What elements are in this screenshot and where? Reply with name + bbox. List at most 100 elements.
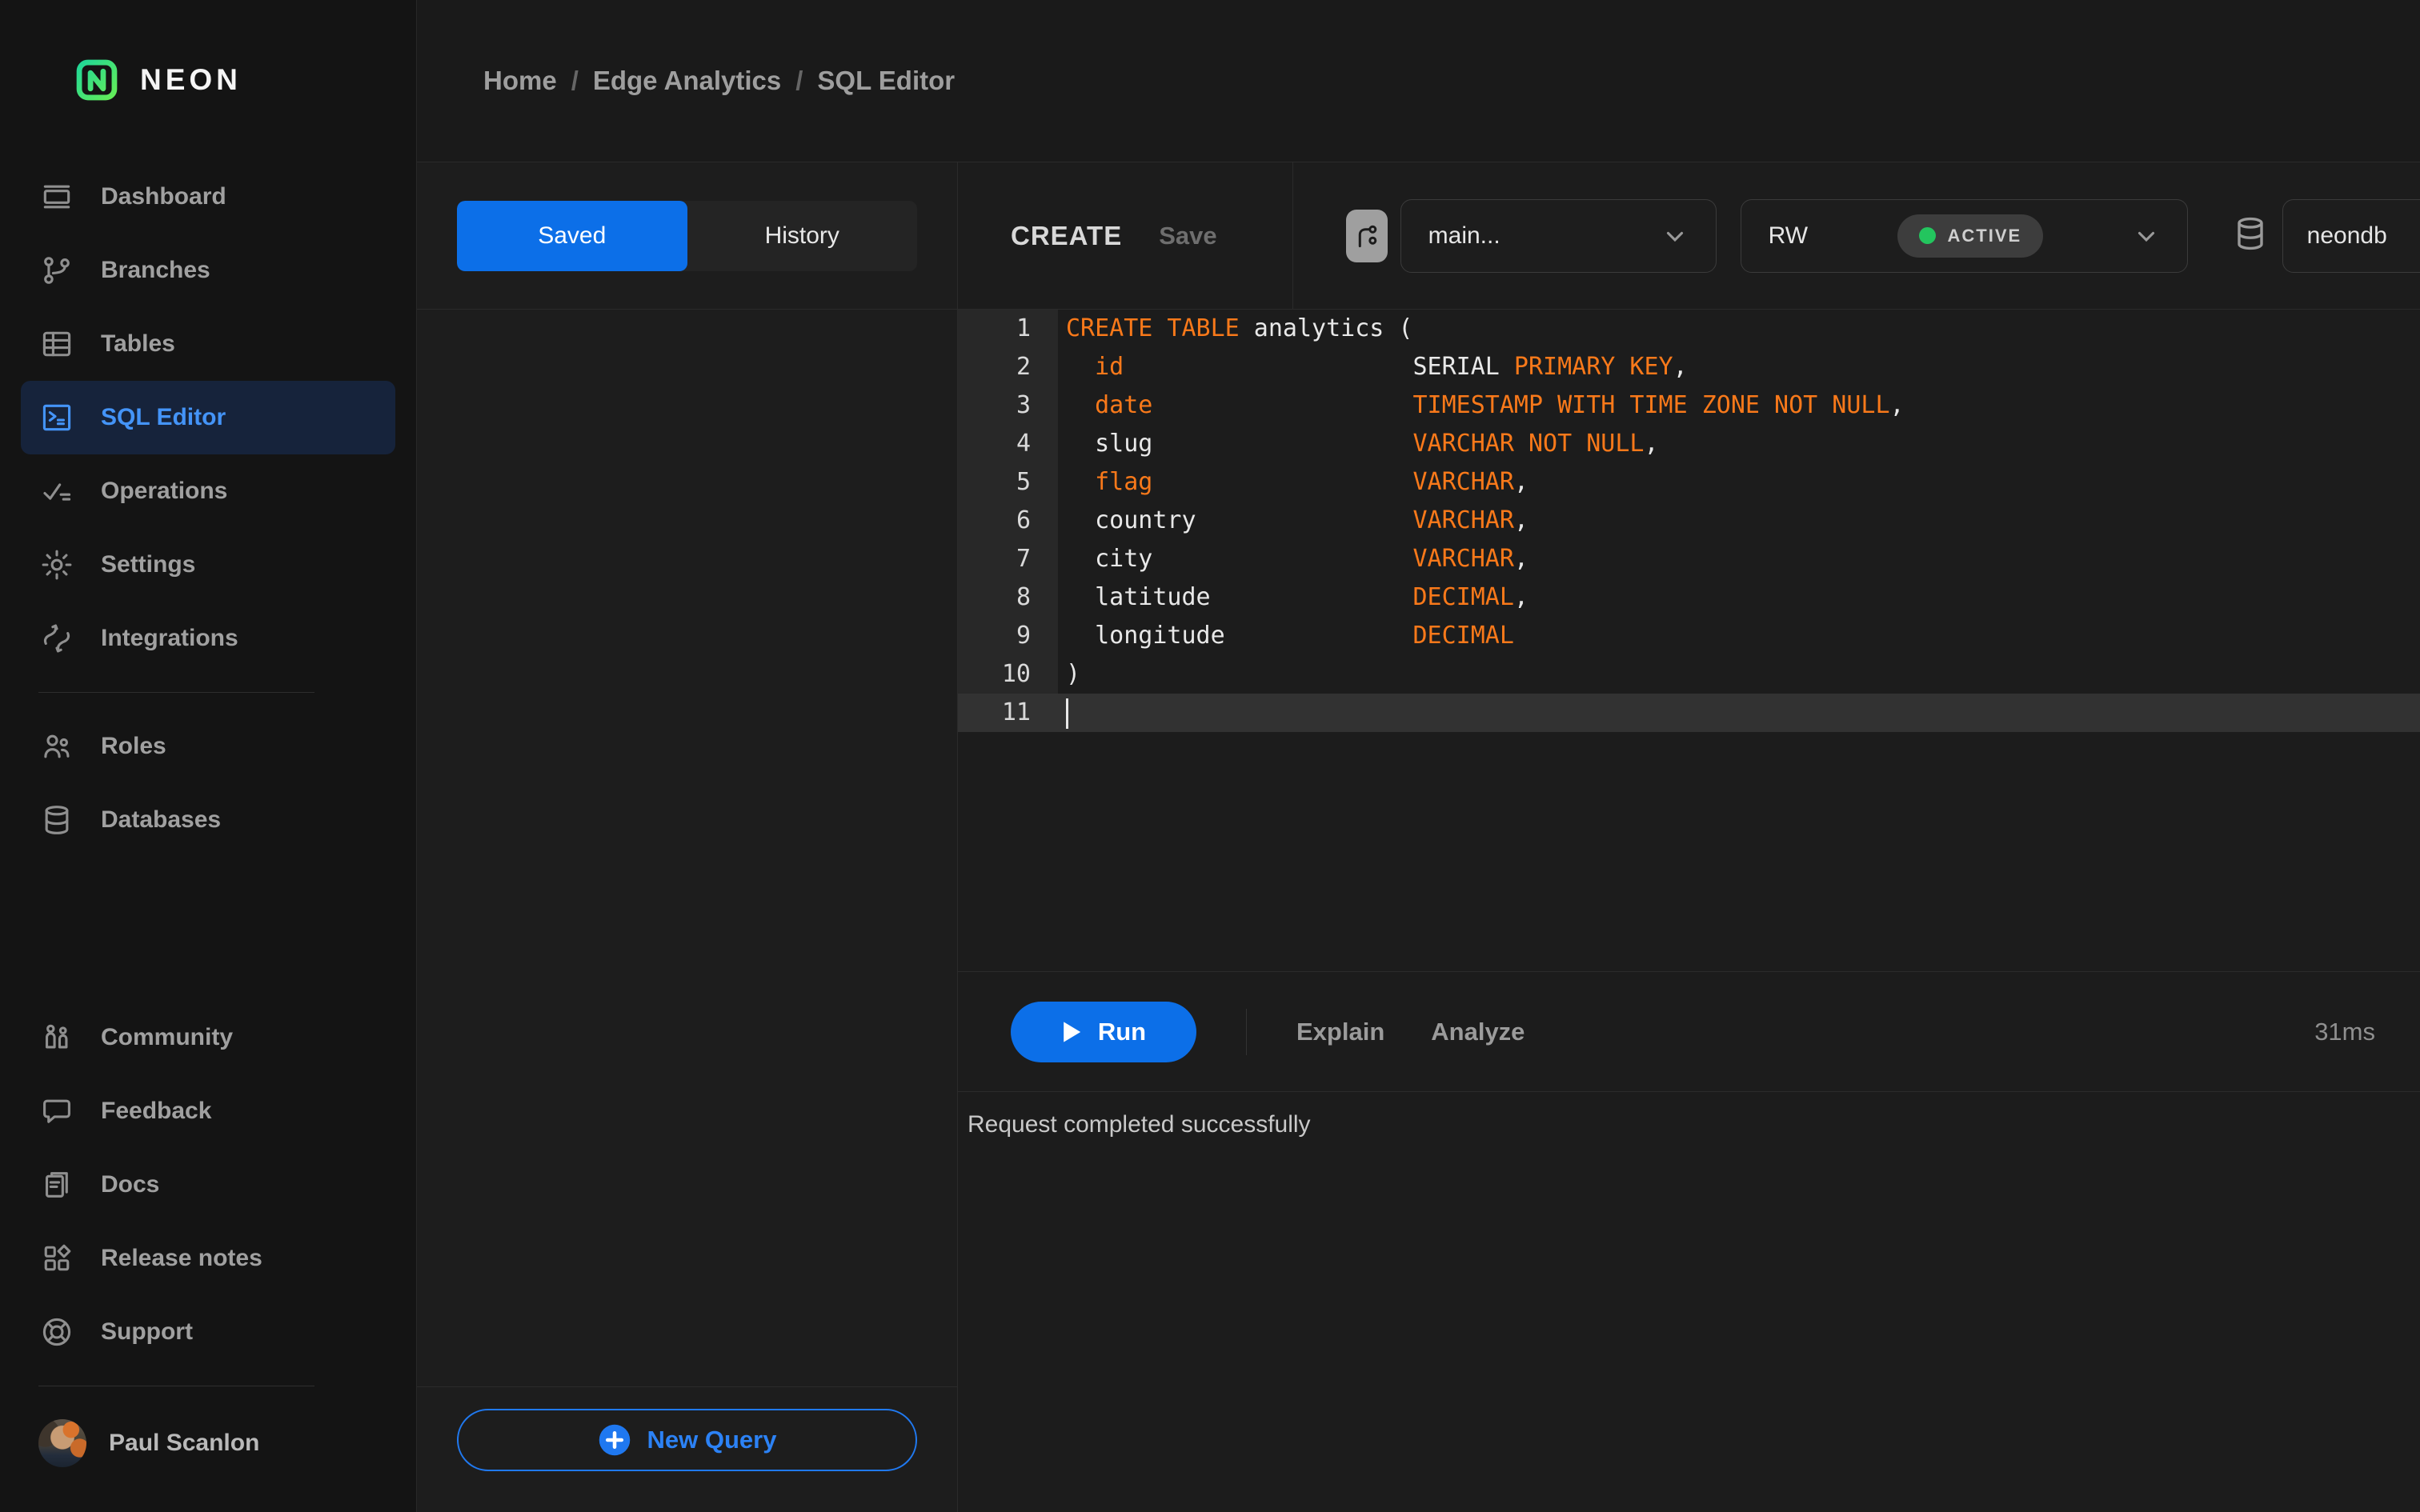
database-select-value: neondb	[2306, 222, 2387, 249]
sql-editor-icon	[38, 399, 75, 436]
brand-name: NEON	[140, 63, 242, 96]
sidebar-item-release-notes[interactable]: Release notes	[21, 1222, 395, 1295]
tab-history[interactable]: History	[687, 201, 918, 271]
code-text: country VARCHAR,	[1066, 506, 1529, 534]
sql-code-editor[interactable]: 1 CREATE TABLE analytics (2 id SERIAL PRI…	[958, 310, 2420, 972]
explain-button[interactable]: Explain	[1296, 1018, 1384, 1046]
branch-select[interactable]: main...	[1400, 198, 1717, 273]
query-duration: 31ms	[2314, 1017, 2375, 1046]
branch-select-value: main...	[1428, 222, 1500, 249]
operations-icon	[38, 473, 75, 510]
breadcrumb-item-sql-editor: SQL Editor	[817, 66, 956, 95]
integrations-icon	[38, 620, 75, 657]
run-bar-divider	[1246, 1008, 1247, 1055]
code-line-10[interactable]: 10)	[958, 655, 2420, 694]
brand-logo[interactable]: NEON	[0, 0, 416, 160]
sidebar-item-branches[interactable]: Branches	[21, 234, 395, 307]
release-notes-icon	[38, 1240, 75, 1277]
code-line-11[interactable]: 11	[958, 694, 2420, 732]
code-text: longitude DECIMAL	[1066, 622, 1514, 650]
sidebar-item-tables[interactable]: Tables	[21, 307, 395, 381]
user-menu[interactable]: Paul Scanlon	[21, 1403, 395, 1483]
breadcrumb: Home / Edge Analytics / SQL Editor	[483, 66, 955, 96]
code-text: )	[1066, 660, 1081, 688]
new-query-button[interactable]: New Query	[457, 1409, 917, 1471]
sidebar-item-databases[interactable]: Databases	[21, 783, 395, 857]
code-text: id SERIAL PRIMARY KEY,	[1095, 353, 1688, 381]
topbar: Home / Edge Analytics / SQL Editor	[417, 0, 2420, 162]
line-number: 4	[958, 425, 1058, 463]
feedback-icon	[38, 1093, 75, 1130]
compute-select[interactable]: RW ACTIVE	[1740, 198, 2188, 273]
saved-queries-list[interactable]	[417, 310, 957, 1387]
sidebar-nav: Dashboard Branches Tables SQL Editor Operati…	[0, 160, 416, 1512]
query-name: CREATE	[1011, 220, 1123, 250]
roles-icon	[38, 728, 75, 765]
docs-icon	[38, 1166, 75, 1203]
sidebar-item-operations[interactable]: Operations	[21, 454, 395, 528]
nav-group-secondary: Roles Databases	[21, 710, 395, 857]
save-button[interactable]: Save	[1159, 222, 1216, 250]
sidebar-item-label: Operations	[101, 478, 228, 504]
play-icon	[1061, 1021, 1082, 1043]
breadcrumb-separator: /	[571, 66, 579, 95]
sidebar-item-docs[interactable]: Docs	[21, 1148, 395, 1222]
database-select[interactable]: neondb	[2282, 198, 2420, 273]
status-message: Request completed successfully	[968, 1111, 1311, 1138]
sidebar-item-label: Databases	[101, 806, 222, 833]
code-line-8[interactable]: 8 latitude DECIMAL,	[958, 578, 2420, 617]
results-panel: Request completed successfully	[958, 1092, 2420, 1512]
community-icon	[38, 1019, 75, 1056]
nav-group-primary: Dashboard Branches Tables SQL Editor Operati…	[21, 160, 395, 675]
line-number: 8	[958, 578, 1058, 617]
support-icon	[38, 1314, 75, 1350]
tab-saved[interactable]: Saved	[457, 200, 687, 271]
sidebar-item-sql-editor[interactable]: SQL Editor	[21, 381, 395, 454]
code-line-4[interactable]: 4 slug VARCHAR NOT NULL,	[958, 425, 2420, 463]
code-line-3[interactable]: 3 date TIMESTAMP WITH TIME ZONE NOT NULL…	[958, 386, 2420, 425]
code-line-7[interactable]: 7 city VARCHAR,	[958, 540, 2420, 578]
settings-icon	[38, 546, 75, 583]
saved-history-toggle: Saved History	[457, 200, 918, 271]
breadcrumb-item-home[interactable]: Home	[483, 66, 557, 96]
code-line-9[interactable]: 9 longitude DECIMAL	[958, 617, 2420, 655]
sidebar-item-roles[interactable]: Roles	[21, 710, 395, 783]
text-cursor	[1066, 698, 1068, 729]
sidebar-item-integrations[interactable]: Integrations	[21, 602, 395, 675]
chevron-down-icon	[2133, 222, 2160, 250]
compute-select-value: RW	[1768, 222, 1809, 249]
database-icon	[2231, 214, 2270, 257]
line-number: 2	[958, 348, 1058, 386]
sql-editor-panel: CREATE Save main... RW ACTIVE neondb 1 C…	[958, 162, 2420, 1512]
line-number: 5	[958, 463, 1058, 502]
line-number: 11	[958, 694, 1058, 732]
sidebar-item-label: Docs	[101, 1171, 160, 1198]
code-line-2[interactable]: 2 id SERIAL PRIMARY KEY,	[958, 348, 2420, 386]
sidebar-item-settings[interactable]: Settings	[21, 528, 395, 602]
code-line-1[interactable]: 1 CREATE TABLE analytics (	[958, 310, 2420, 348]
sidebar-item-label: SQL Editor	[101, 404, 226, 430]
sidebar-item-dashboard[interactable]: Dashboard	[21, 160, 395, 234]
status-badge: ACTIVE	[1897, 214, 2044, 258]
run-button[interactable]: Run	[1011, 1001, 1196, 1062]
sidebar-item-label: Roles	[101, 733, 166, 759]
sidebar-item-community[interactable]: Community	[21, 1001, 395, 1074]
breadcrumb-item-edge-analytics[interactable]: Edge Analytics	[593, 66, 781, 96]
sidebar-item-label: Release notes	[101, 1245, 262, 1271]
sidebar-item-feedback[interactable]: Feedback	[21, 1074, 395, 1148]
nav-group-tertiary: Community Feedback Docs Release notes Suppor…	[21, 1001, 395, 1369]
sidebar: NEON Dashboard Branches Tables SQL Editor Op…	[0, 0, 417, 1512]
header-divider	[1292, 162, 1293, 309]
code-line-6[interactable]: 6 country VARCHAR,	[958, 502, 2420, 540]
avatar	[38, 1419, 86, 1467]
code-text: city VARCHAR,	[1066, 545, 1529, 573]
status-badge-label: ACTIVE	[1947, 225, 2022, 246]
branch-icon[interactable]	[1345, 209, 1388, 262]
analyze-button[interactable]: Analyze	[1431, 1018, 1525, 1046]
neon-logo-icon	[74, 58, 119, 102]
sidebar-item-support[interactable]: Support	[21, 1295, 395, 1369]
line-number: 7	[958, 540, 1058, 578]
line-number: 6	[958, 502, 1058, 540]
code-line-5[interactable]: 5 flag VARCHAR,	[958, 463, 2420, 502]
